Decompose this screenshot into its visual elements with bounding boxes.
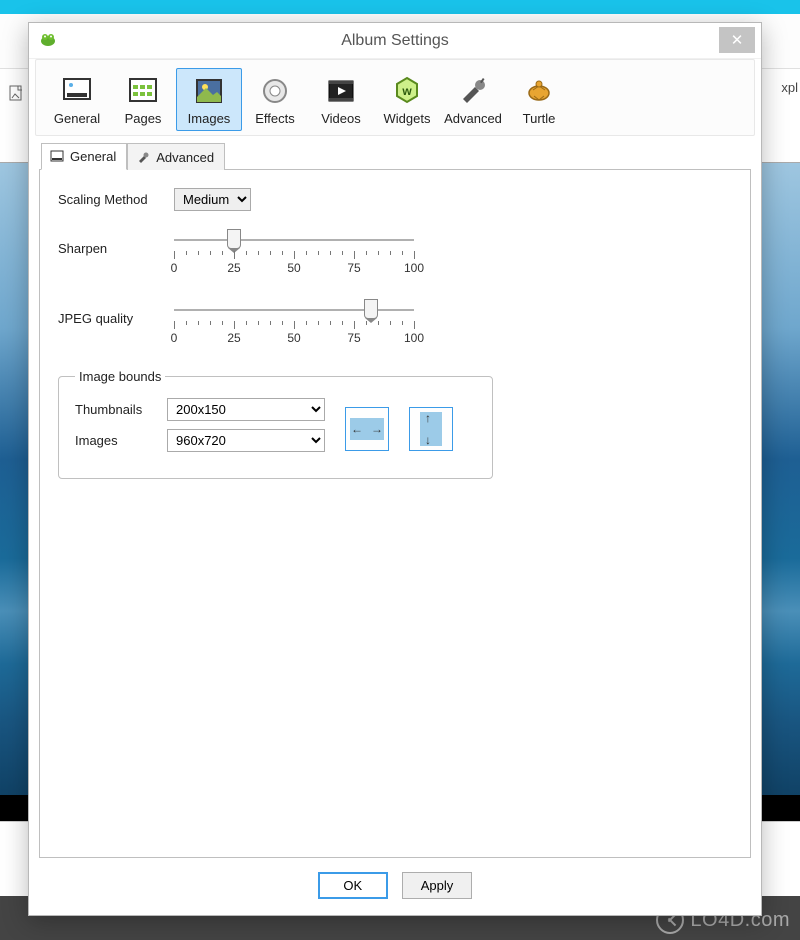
tab-label: Images [188, 111, 231, 126]
subtab-label: Advanced [156, 150, 214, 165]
orientation-landscape-button[interactable]: ← → [345, 407, 389, 451]
tab-images[interactable]: Images [176, 68, 242, 131]
bg-window-accent [0, 0, 800, 14]
tab-videos[interactable]: Videos [308, 68, 374, 131]
tab-pages[interactable]: Pages [110, 68, 176, 131]
subtab-bar: General Advanced [41, 142, 751, 169]
images-icon [193, 75, 225, 107]
close-button[interactable]: ✕ [719, 27, 755, 53]
images-label: Images [75, 433, 167, 448]
pages-icon [127, 75, 159, 107]
sharpen-label: Sharpen [58, 229, 174, 256]
tab-effects[interactable]: Effects [242, 68, 308, 131]
general-icon [61, 75, 93, 107]
image-bounds-legend: Image bounds [75, 369, 165, 384]
general-mini-icon [50, 150, 64, 164]
document-icon [8, 85, 26, 103]
widgets-icon: w [391, 75, 423, 107]
arrow-down-icon: ↓ [425, 433, 431, 447]
tab-turtle[interactable]: Turtle [506, 68, 572, 131]
app-icon [39, 31, 57, 49]
settings-panel: Scaling Method Medium Sharpen 0255075100 [39, 169, 751, 858]
dialog-title: Album Settings [341, 32, 449, 50]
tab-label: General [54, 111, 100, 126]
wrench-icon [136, 150, 150, 164]
tab-general[interactable]: General [44, 68, 110, 131]
sharpen-slider[interactable] [174, 229, 414, 251]
ok-button[interactable]: OK [318, 872, 388, 899]
effects-icon [259, 75, 291, 107]
scaling-method-label: Scaling Method [58, 192, 174, 207]
tab-label: Videos [321, 111, 361, 126]
arrow-up-icon: ↑ [425, 411, 431, 425]
advanced-icon [457, 75, 489, 107]
jpeg-quality-label: JPEG quality [58, 299, 174, 326]
sharpen-row: Sharpen 0255075100 [58, 229, 732, 277]
thumbnails-select[interactable]: 200x150 [167, 398, 325, 421]
image-bounds-group: Image bounds Thumbnails 200x150 Images 9… [58, 369, 493, 479]
thumbnails-row: Thumbnails 200x150 [75, 398, 325, 421]
tab-label: Widgets [384, 111, 431, 126]
svg-text:w: w [401, 84, 412, 98]
tab-label: Pages [125, 111, 162, 126]
subtab-advanced[interactable]: Advanced [127, 143, 225, 170]
tab-label: Advanced [444, 111, 502, 126]
category-toolbar: General Pages Images Effects Videos w Wi… [35, 59, 755, 136]
tab-label: Effects [255, 111, 295, 126]
arrow-left-icon: ← [351, 422, 363, 436]
tab-label: Turtle [523, 111, 556, 126]
jpeg-quality-slider-thumb[interactable] [364, 299, 378, 319]
jpeg-quality-slider[interactable] [174, 299, 414, 321]
content-area: General Advanced Scaling Method Medium S… [29, 136, 761, 858]
tab-advanced[interactable]: Advanced [440, 68, 506, 131]
close-icon: ✕ [731, 31, 744, 49]
subtab-general[interactable]: General [41, 143, 127, 170]
apply-button[interactable]: Apply [402, 872, 473, 899]
scaling-method-row: Scaling Method Medium [58, 188, 732, 211]
images-row: Images 960x720 [75, 429, 325, 452]
dialog-button-row: OK Apply [29, 858, 761, 915]
turtle-icon [523, 75, 555, 107]
bg-right-fragment: xpl [781, 80, 798, 95]
images-select[interactable]: 960x720 [167, 429, 325, 452]
dialog-titlebar: Album Settings ✕ [29, 23, 761, 59]
subtab-label: General [70, 149, 116, 164]
orientation-portrait-button[interactable]: ↑ ↓ [409, 407, 453, 451]
arrow-right-icon: → [371, 422, 383, 436]
album-settings-dialog: Album Settings ✕ General Pages Images Ef… [28, 22, 762, 916]
thumbnails-label: Thumbnails [75, 402, 167, 417]
sharpen-slider-thumb[interactable] [227, 229, 241, 249]
videos-icon [325, 75, 357, 107]
jpeg-quality-row: JPEG quality 0255075100 [58, 299, 732, 347]
tab-widgets[interactable]: w Widgets [374, 68, 440, 131]
scaling-method-select[interactable]: Medium [174, 188, 251, 211]
